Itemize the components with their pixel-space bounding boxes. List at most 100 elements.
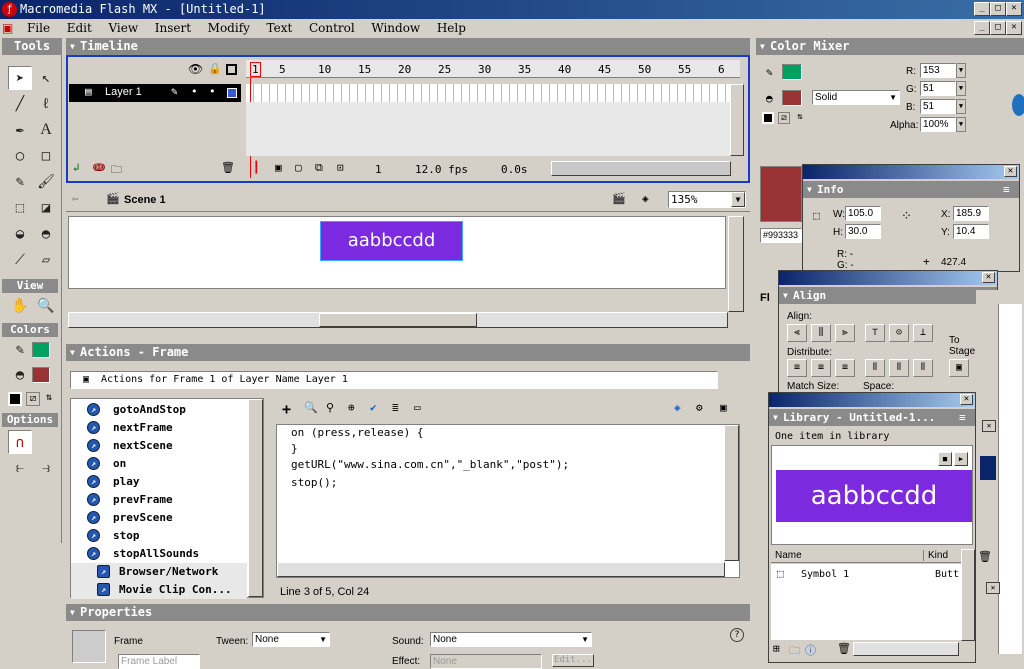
effect-select[interactable]: None <box>430 654 542 669</box>
distribute-vcenter-button[interactable]: ≡ <box>811 359 831 377</box>
actions-list-vscroll[interactable] <box>248 399 263 597</box>
frame-label-input[interactable]: Frame Label <box>118 654 200 669</box>
stage-area[interactable]: aabbccdd <box>68 216 726 289</box>
onion-skin-icon[interactable]: ▣ <box>275 161 282 174</box>
play-button[interactable]: ▶ <box>954 452 968 466</box>
action-item[interactable]: ↗ gotoAndStop <box>87 401 186 419</box>
align-vcenter-button[interactable]: ⊝ <box>889 324 909 342</box>
align-hcenter-button[interactable]: ⫼ <box>811 324 831 342</box>
menu-view[interactable]: View <box>103 19 143 38</box>
doc-restore-button[interactable]: □ <box>990 21 1006 35</box>
menu-control[interactable]: Control <box>304 19 360 38</box>
action-item[interactable]: ↗ stopAllSounds <box>87 545 199 563</box>
blue-spinner[interactable]: ▼ <box>956 99 966 114</box>
mixer-fill-swatch[interactable] <box>782 90 802 106</box>
blue-input[interactable]: 51 <box>920 99 956 114</box>
pen-tool-icon[interactable]: ✒ <box>8 118 32 142</box>
hex-input[interactable]: #993333 <box>760 228 802 243</box>
target-path-icon[interactable]: ⊕ <box>348 401 355 414</box>
align-close-button[interactable]: ✕ <box>982 272 995 283</box>
script-editor[interactable]: on (press,release) { } getURL("www.sina.… <box>276 424 740 578</box>
sound-select[interactable]: None ▼ <box>430 632 592 647</box>
action-folder[interactable]: ↗ Movie Clip Con... <box>71 581 247 599</box>
script-vscroll[interactable] <box>724 425 739 561</box>
no-color-icon[interactable]: ⧄ <box>26 392 40 406</box>
rectangle-tool-icon[interactable]: □ <box>34 144 58 168</box>
oval-tool-icon[interactable]: ○ <box>8 144 32 168</box>
alpha-spinner[interactable]: ▼ <box>956 117 966 132</box>
fill-color-icon[interactable]: ◓ <box>8 363 32 387</box>
add-guide-icon[interactable]: ↈ <box>93 161 105 175</box>
menu-help[interactable]: Help <box>432 19 471 38</box>
width-input[interactable]: 105.0 <box>845 206 881 221</box>
col-kind[interactable]: Kind <box>923 550 948 561</box>
fill-bucket-icon[interactable]: ◓ <box>766 92 773 105</box>
timeline-hscroll[interactable] <box>551 161 731 176</box>
tween-select[interactable]: None ▼ <box>252 632 330 647</box>
edit-scene-icon[interactable]: 🎬 <box>612 192 626 205</box>
arrow-tool-icon[interactable]: ➤ <box>8 66 32 90</box>
trash-icon[interactable]: 🗑 <box>221 161 235 174</box>
distribute-right-button[interactable]: ⦀ <box>913 359 933 377</box>
zoom-select[interactable]: 135% ▼ <box>668 191 746 208</box>
menu-file[interactable]: File <box>22 19 55 38</box>
stroke-color-swatch[interactable] <box>32 342 50 358</box>
menu-window[interactable]: Window <box>366 19 425 38</box>
hscroll-thumb[interactable] <box>319 313 477 327</box>
distribute-hcenter-button[interactable]: ⦀ <box>889 359 909 377</box>
default-colors-icon[interactable] <box>8 392 22 406</box>
align-top-button[interactable]: ⊤ <box>865 324 885 342</box>
subselect-tool-icon[interactable]: ↖ <box>34 66 58 90</box>
edit-symbols-icon[interactable]: ◈ <box>642 192 649 205</box>
bg-trash-icon[interactable]: 🗑 <box>978 550 992 563</box>
new-folder-icon[interactable]: 🗀 <box>789 642 800 661</box>
menu-modify[interactable]: Modify <box>203 19 255 38</box>
smooth-icon[interactable]: ⥼ <box>8 456 32 480</box>
properties-icon[interactable]: ⓘ <box>805 642 816 658</box>
info-close-button[interactable]: ✕ <box>1004 166 1017 177</box>
center-frame-icon[interactable]: ┃ <box>253 161 260 174</box>
edit-multiple-icon[interactable]: ⧉ <box>315 161 323 175</box>
stage-hscroll[interactable] <box>68 312 728 328</box>
swap-colors-icon[interactable]: ⇅ <box>42 392 56 406</box>
line-tool-icon[interactable]: ╱ <box>8 92 32 116</box>
help-icon[interactable]: ? <box>730 628 744 642</box>
add-layer-icon[interactable]: ↲ <box>73 161 80 174</box>
view-options-icon[interactable]: ▣ <box>720 401 727 414</box>
distribute-bottom-button[interactable]: ≡ <box>835 359 855 377</box>
action-item[interactable]: ↗ on <box>87 455 126 473</box>
x-input[interactable]: 185.9 <box>953 206 989 221</box>
library-close-button[interactable]: ✕ <box>960 394 973 405</box>
zoom-tool-icon[interactable]: 🔍 <box>34 294 58 318</box>
action-folder[interactable]: ↗ Browser/Network <box>71 563 247 581</box>
info-options-icon[interactable]: ≡ <box>1003 183 1010 196</box>
check-syntax-icon[interactable]: ✔ <box>370 401 377 414</box>
paint-bucket-tool-icon[interactable]: ◓ <box>34 222 58 246</box>
frame-cells[interactable] <box>246 84 730 102</box>
auto-format-icon[interactable]: ≣ <box>392 401 399 414</box>
distribute-top-button[interactable]: ≡ <box>787 359 807 377</box>
stop-button[interactable]: ■ <box>938 452 952 466</box>
layer-row[interactable]: ▤ Layer 1 ✎ • • <box>69 84 241 102</box>
pencil-tool-icon[interactable]: ✎ <box>8 170 32 194</box>
align-bottom-button[interactable]: ⊥ <box>913 324 933 342</box>
free-transform-tool-icon[interactable]: ⬚ <box>8 196 32 220</box>
lasso-tool-icon[interactable]: ℓ <box>34 92 58 116</box>
add-folder-icon[interactable]: 🗀 <box>111 161 122 180</box>
chevron-down-icon[interactable]: ▼ <box>731 192 745 207</box>
reference-icon[interactable]: ◈ <box>674 401 681 414</box>
back-arrow-icon[interactable]: ⇦ <box>72 192 79 205</box>
scene-name[interactable]: Scene 1 <box>124 194 166 206</box>
y-input[interactable]: 10.4 <box>953 224 989 239</box>
actions-target-select[interactable]: ▣ Actions for Frame 1 of Layer Name Laye… <box>70 371 718 389</box>
action-item[interactable]: ↗ nextScene <box>87 437 173 455</box>
library-options-icon[interactable]: ≡ <box>959 411 966 424</box>
library-item[interactable]: ⬚ Symbol 1 Butt <box>771 566 961 584</box>
straighten-icon[interactable]: ⥽ <box>34 456 58 480</box>
text-tool-icon[interactable]: A <box>34 118 58 142</box>
code-hint-icon[interactable]: ▭ <box>414 401 421 414</box>
snap-magnet-icon[interactable]: ∩ <box>8 430 32 454</box>
doc-minimize-button[interactable]: _ <box>974 21 990 35</box>
find-icon[interactable]: 🔍 <box>304 401 318 414</box>
edit-effect-button[interactable]: Edit... <box>552 654 594 667</box>
